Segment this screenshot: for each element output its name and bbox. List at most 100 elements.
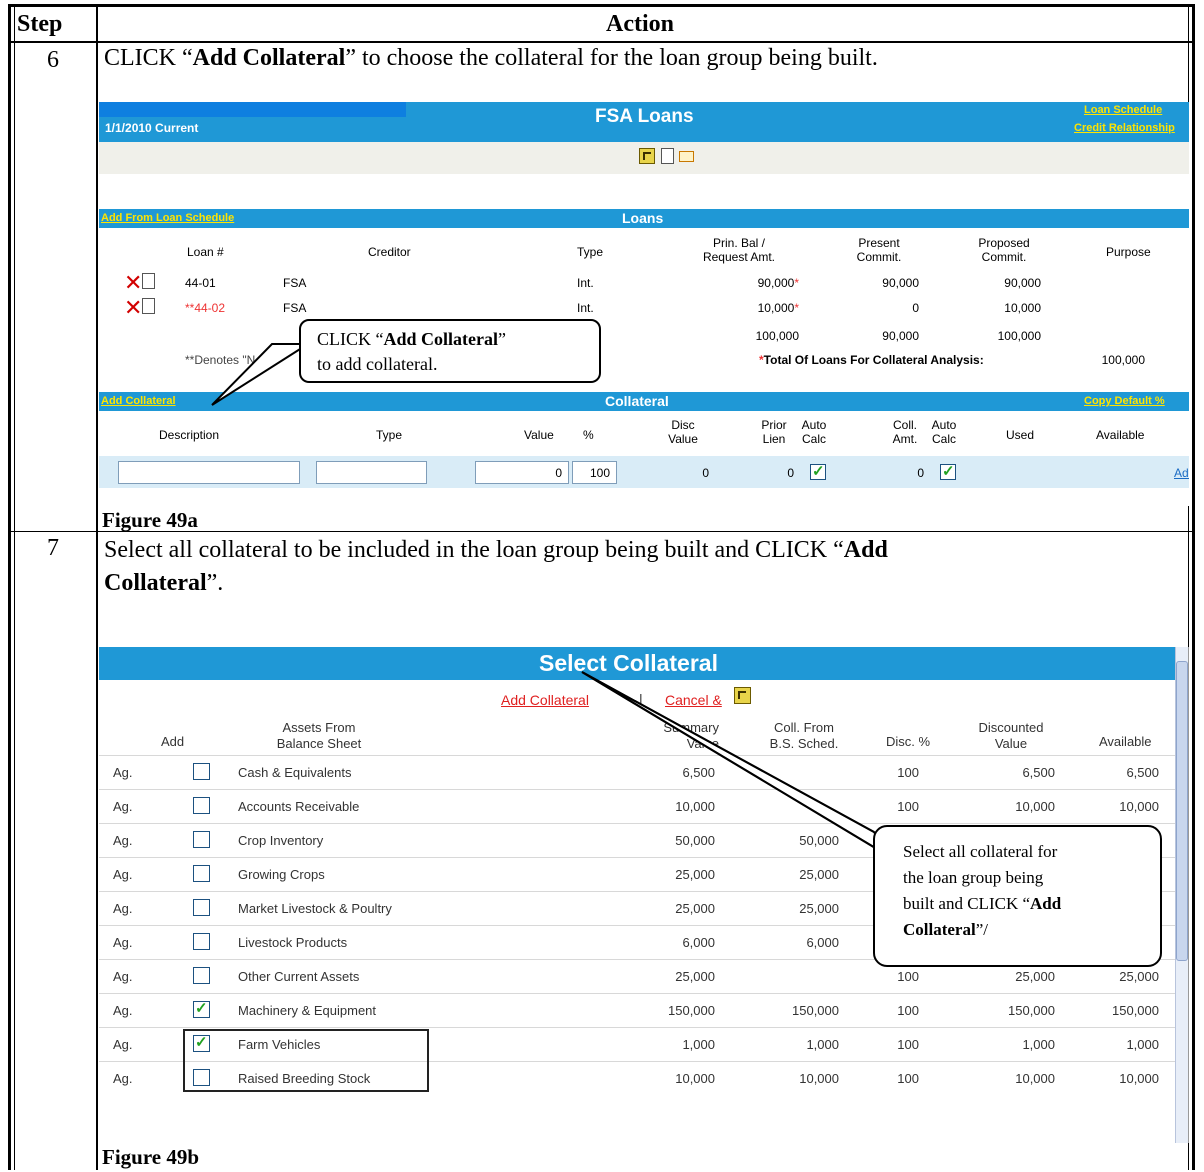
asset-name: Livestock Products (238, 935, 348, 950)
value-input[interactable]: 0 (475, 461, 569, 484)
loan-creditor: FSA (283, 276, 307, 290)
available-value: 10,000 (1119, 1071, 1159, 1086)
discounted-value: 1,000 (1022, 1037, 1055, 1052)
auto-calc-header: Auto Calc (931, 418, 957, 446)
value-header: Value (524, 428, 554, 442)
summary-value: 150,000 (668, 1003, 715, 1018)
table-border-left-inner (14, 4, 15, 1170)
loan-proposed-commit: 10,000 (1004, 301, 1041, 315)
auto-calc-checkbox[interactable] (940, 462, 956, 481)
disc-percent-value: 100 (897, 1003, 919, 1018)
disc-percent-value: 100 (897, 1037, 919, 1052)
discounted-value: 150,000 (1008, 1003, 1055, 1018)
add-checkbox[interactable] (193, 763, 210, 780)
auto-calc-header: Auto Calc (801, 418, 827, 446)
percent-header: % (583, 428, 594, 442)
scrollbar-thumb[interactable] (1176, 661, 1188, 961)
callout-text: Select all collateral for the loan group… (903, 842, 1062, 939)
delete-icon[interactable]: ✕ (124, 273, 142, 295)
copy-default-link[interactable]: Copy Default % (1084, 395, 1165, 407)
row-category: Ag. (113, 901, 133, 916)
proposed-commit-header: Proposed Commit. (978, 236, 1030, 264)
figure-caption-49a: Figure 49a (102, 508, 198, 532)
description-header: Description (159, 428, 220, 442)
type-input[interactable] (316, 461, 427, 484)
add-checkbox[interactable] (193, 865, 210, 882)
total-proposed-commit: 100,000 (997, 329, 1041, 343)
collateral-section-title: Collateral (605, 393, 669, 409)
action-column-header: Action (606, 11, 674, 37)
callout-add-collateral: CLICK “Add Collateral” to add collateral… (299, 319, 601, 383)
add-checkbox[interactable] (193, 999, 210, 1018)
email-icon[interactable] (679, 151, 694, 162)
loan-number[interactable]: 44-01 (185, 276, 216, 290)
used-header: Used (1006, 428, 1035, 442)
callout-text-line2: to add collateral. (317, 354, 438, 374)
row-category: Ag. (113, 833, 133, 848)
add-header: Add (161, 734, 185, 749)
total-prin-bal: 100,000 (755, 329, 799, 343)
available-value: 10,000 (1119, 799, 1159, 814)
loan-number[interactable]: **44-02 (185, 301, 225, 315)
step-column-header: Step (17, 11, 63, 37)
new-document-icon[interactable] (661, 148, 674, 164)
total-present-commit: 90,000 (882, 329, 919, 343)
document-icon[interactable] (142, 273, 155, 289)
available-value: 25,000 (1119, 969, 1159, 984)
available-value: 6,500 (1126, 765, 1159, 780)
row-category: Ag. (113, 969, 133, 984)
total-for-collateral-label: *Total Of Loans For Collateral Analysis: (759, 353, 984, 367)
add-checkbox[interactable] (193, 797, 210, 814)
add-from-loan-schedule-link[interactable]: Add From Loan Schedule (101, 212, 234, 224)
asset-name: Accounts Receivable (238, 799, 360, 814)
row-category: Ag. (113, 765, 133, 780)
add-collateral-link[interactable]: Add Collateral (101, 395, 176, 407)
add-checkbox[interactable] (193, 933, 210, 950)
available-value: 1,000 (1126, 1037, 1159, 1052)
loan-type: Int. (577, 276, 594, 290)
disc-percent-value: 100 (897, 969, 919, 984)
coll-from-value: 10,000 (799, 1071, 839, 1086)
step-6-instruction: CLICK “Add Collateral” to choose the col… (104, 45, 878, 71)
discounted-value: 10,000 (1015, 799, 1055, 814)
loan-type: Int. (577, 301, 594, 315)
loan-number-header: Loan # (187, 245, 224, 259)
selected-rows-highlight (183, 1029, 429, 1092)
add-row-link[interactable]: Add (1174, 466, 1189, 480)
description-input[interactable] (118, 461, 300, 484)
add-checkbox[interactable] (193, 967, 210, 984)
row-category: Ag. (113, 1037, 133, 1052)
row-category: Ag. (113, 867, 133, 882)
loan-creditor: FSA (283, 301, 307, 315)
disc-value-header: Disc Value (668, 418, 698, 446)
row-category: Ag. (113, 799, 133, 814)
total-for-collateral-value: 100,000 (1101, 353, 1145, 367)
discounted-value: 6,500 (1022, 765, 1055, 780)
coll-amt-header: Coll. Amt. (892, 418, 918, 446)
asset-name: Crop Inventory (238, 833, 324, 848)
callout-pointer-49b (581, 671, 893, 859)
auto-calc-checkbox[interactable] (810, 462, 826, 481)
step-number-7: 7 (47, 535, 59, 561)
loan-present-commit: 0 (912, 301, 919, 315)
prior-lien-value: 0 (787, 466, 794, 480)
type-header: Type (376, 428, 403, 442)
add-checkbox[interactable] (193, 831, 210, 848)
coll-from-value: 150,000 (792, 1003, 839, 1018)
summary-value: 10,000 (675, 1071, 715, 1086)
purpose-header: Purpose (1106, 245, 1151, 259)
document-icon[interactable] (142, 298, 155, 314)
add-collateral-link[interactable]: Add Collateral (501, 692, 589, 708)
loan-schedule-link[interactable]: Loan Schedule (1084, 104, 1162, 116)
coll-from-value: 25,000 (799, 901, 839, 916)
percent-input[interactable]: 100 (572, 461, 617, 484)
creditor-header: Creditor (368, 245, 411, 259)
delete-icon[interactable]: ✕ (124, 298, 142, 320)
add-checkbox[interactable] (193, 899, 210, 916)
up-folder-icon[interactable] (639, 148, 655, 164)
step-7-instruction: Select all collateral to be included in … (104, 537, 888, 596)
callout-select-all: Select all collateral for the loan group… (873, 825, 1162, 967)
credit-relationship-link[interactable]: Credit Relationship (1074, 122, 1175, 134)
table-border-left (8, 4, 11, 1170)
asset-name: Machinery & Equipment (238, 1003, 377, 1018)
